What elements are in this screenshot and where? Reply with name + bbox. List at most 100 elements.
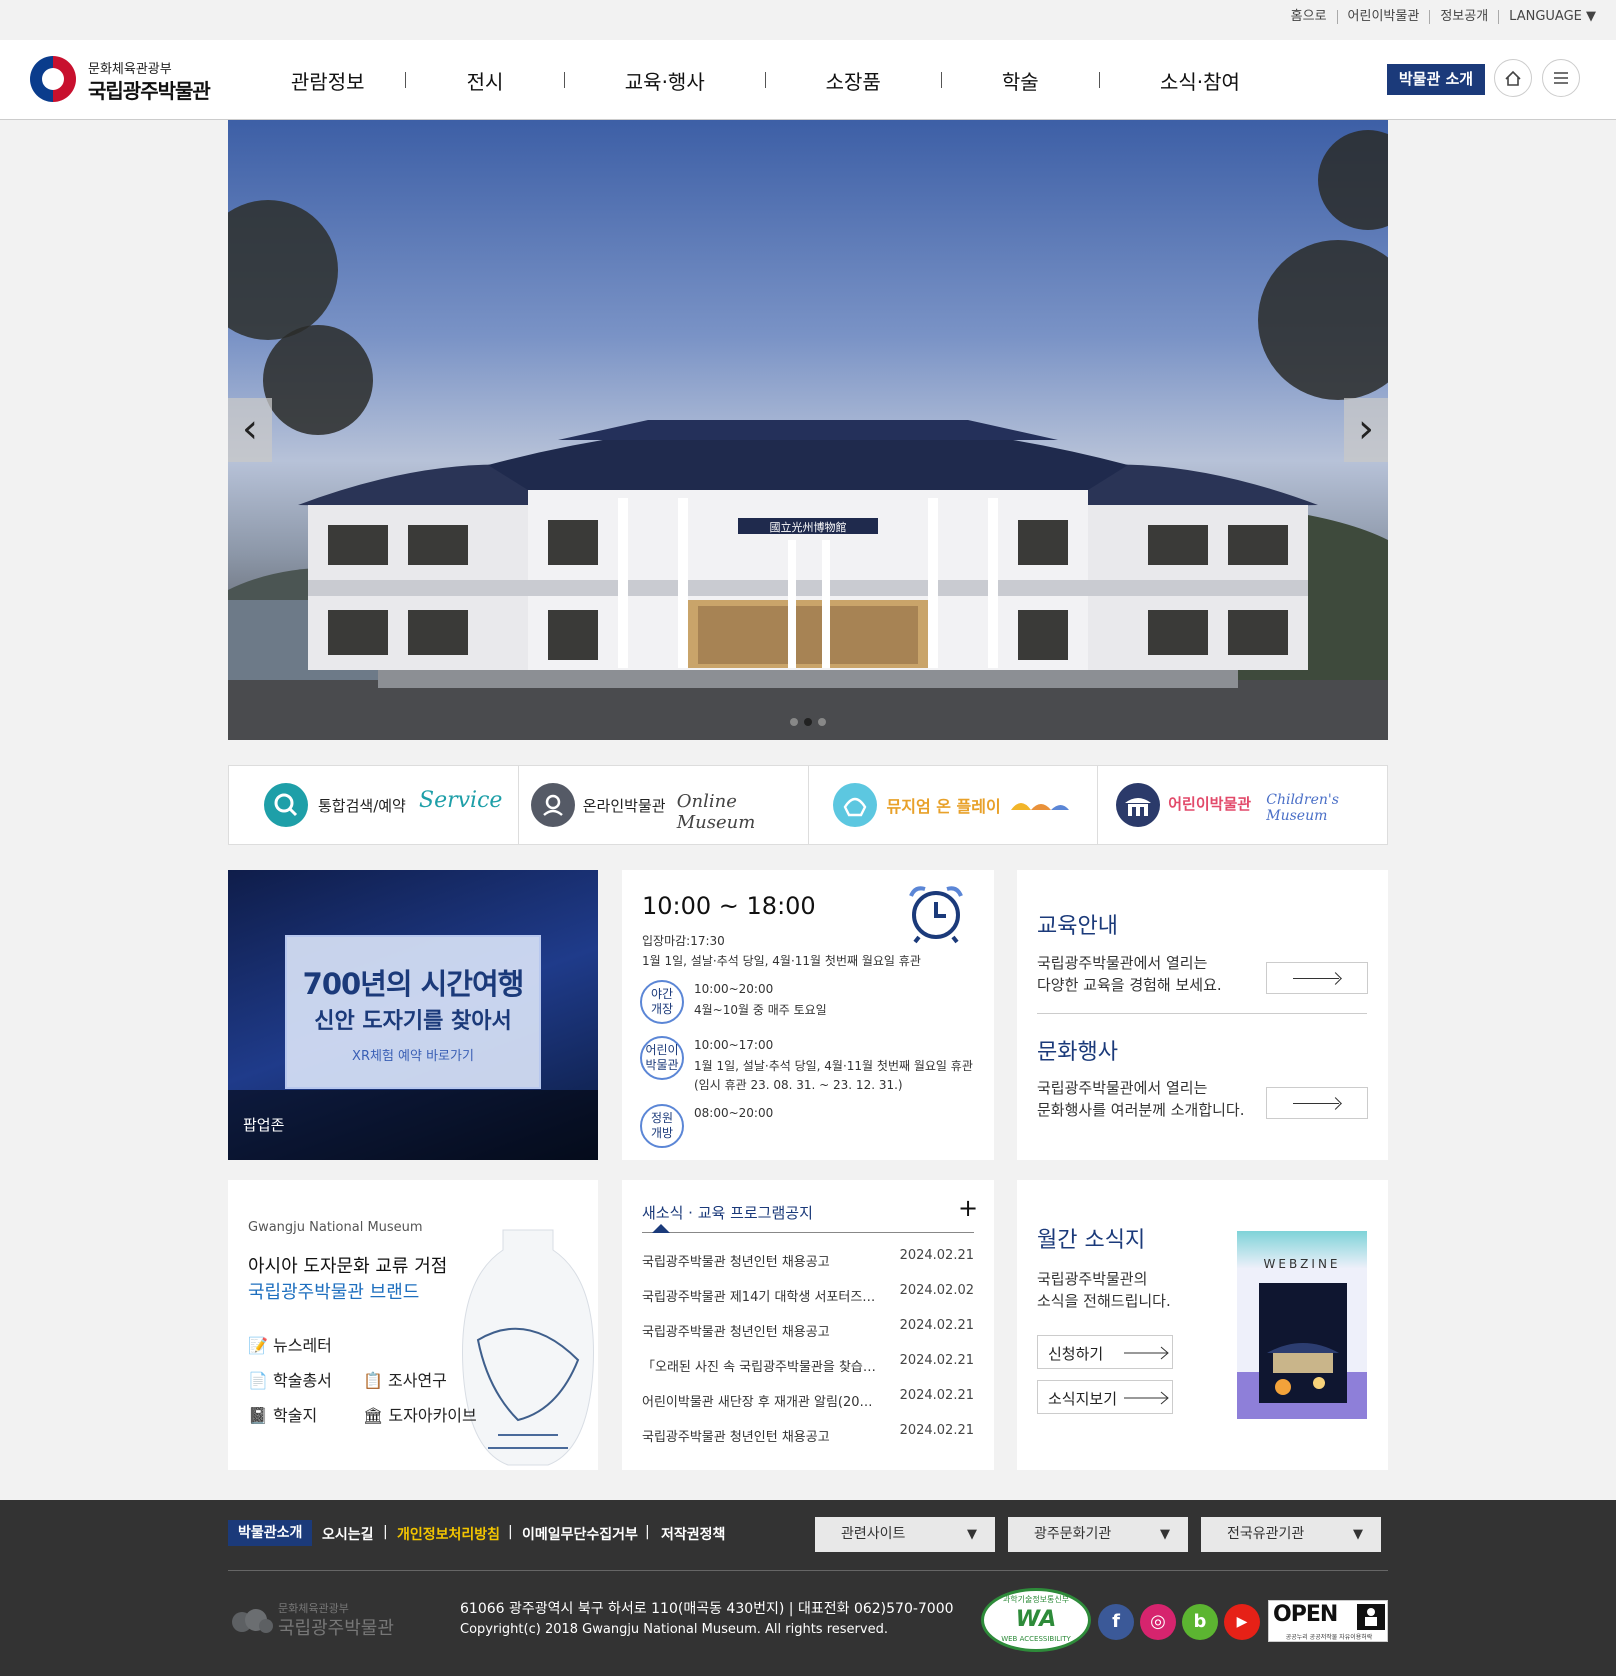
white-porcelain-jar-image xyxy=(462,1229,594,1466)
nav-exhibition[interactable]: 전시 xyxy=(406,66,563,95)
wa-mark-text: WA xyxy=(1015,1607,1057,1632)
facebook-icon[interactable]: f xyxy=(1098,1604,1134,1640)
opening-hours-card: 10:00 ~ 18:00 입장마감:17:30 1월 1일, 설날·추석 당일… xyxy=(622,870,994,1160)
related-sites-select[interactable]: 관련사이트 ▼ xyxy=(815,1517,995,1552)
museum-building-icon xyxy=(1116,783,1161,827)
news-item[interactable]: 「오래된 사진 속 국립광주박물관을 찾습… 2024.02.21 xyxy=(642,1353,974,1388)
news-item[interactable]: 국립광주박물관 제14기 대학생 서포터즈… 2024.02.02 xyxy=(642,1283,974,1318)
quick-link-search-reservation[interactable]: 통합검색/예약 Service xyxy=(229,766,519,844)
footer-emblem-icon xyxy=(232,1609,273,1633)
blog-icon[interactable]: b xyxy=(1182,1604,1218,1640)
gwangju-culture-select[interactable]: 광주문화기관 ▼ xyxy=(1008,1517,1188,1552)
footer-link-copyright-policy[interactable]: 저작권정책 xyxy=(661,1524,725,1544)
popup-banner[interactable]: 700년의 시간여행 신안 도자기를 찾아서 XR체험 예약 바로가기 xyxy=(285,935,541,1089)
popup-title: 700년의 시간여행 xyxy=(302,967,525,1001)
education-title[interactable]: 교육안내 xyxy=(1037,908,1118,940)
slider-dot-active[interactable] xyxy=(804,718,812,726)
footer-link-directions[interactable]: 오시는길 xyxy=(322,1524,374,1544)
childrens-museum-link[interactable]: 어린이박물관 xyxy=(1336,10,1430,24)
webzine-cover-title: WEBZINE xyxy=(1263,1257,1341,1271)
web-accessibility-mark[interactable]: 과학기술정보통신부 WA WEB ACCESSIBILITY xyxy=(981,1588,1091,1652)
instagram-icon[interactable]: ◎ xyxy=(1140,1604,1176,1640)
home-link[interactable]: 홈으로 xyxy=(1281,10,1337,24)
nav-news-participation[interactable]: 소식·참여 xyxy=(1100,66,1300,95)
quick-link-online-museum[interactable]: 온라인박물관 Online Museum xyxy=(519,766,809,844)
footer-link-privacy[interactable]: 개인정보처리방침 xyxy=(397,1524,500,1544)
newsletter-title: 월간 소식지 xyxy=(1037,1228,1146,1253)
youtube-icon[interactable]: ▶ xyxy=(1224,1604,1260,1640)
academic-series-link[interactable]: 📄 학술총서 xyxy=(248,1367,332,1391)
popup-caption-bar: 팝업존 xyxy=(228,1090,598,1160)
main-navigation: 관람정보 전시 교육·행사 소장품 학술 소식·참여 xyxy=(250,66,1300,95)
journal-link[interactable]: 📓 학술지 xyxy=(248,1402,317,1426)
slider-next-button[interactable]: › xyxy=(1344,398,1388,462)
menu-button[interactable] xyxy=(1542,59,1580,97)
footer-divider: | xyxy=(383,1524,388,1540)
garden-time: 08:00~20:00 xyxy=(694,1106,774,1120)
site-logo[interactable]: 문화체육관광부 국립광주박물관 xyxy=(30,54,220,104)
nav-visitor-info[interactable]: 관람정보 xyxy=(250,66,405,95)
popup-zone[interactable]: 700년의 시간여행 신안 도자기를 찾아서 XR체험 예약 바로가기 팝업존 xyxy=(228,870,598,1160)
night-desc: 4월~10월 중 매주 토요일 xyxy=(694,1003,827,1017)
utility-bar: 홈으로 어린이박물관 정보공개 LANGUAGE ▼ xyxy=(0,0,1616,40)
quick-link-label: 뮤지엄 온 플레이 xyxy=(886,797,1001,816)
ceramics-archive-link[interactable]: 🏛 도자아카이브 xyxy=(363,1402,477,1426)
footer-link-no-email-collection[interactable]: 이메일무단수집거부 xyxy=(522,1524,638,1544)
news-item[interactable]: 국립광주박물관 청년인턴 채용공고 2024.02.21 xyxy=(642,1248,974,1283)
arrow-right-icon xyxy=(1124,1346,1169,1360)
popup-link[interactable]: XR체험 예약 바로가기 xyxy=(287,1045,539,1064)
kogl-open-license-mark[interactable]: OPEN 공공누리 공공저작물 자유이용허락 xyxy=(1268,1600,1388,1642)
footer-logo: 문화체육관광부 국립광주박물관 xyxy=(228,1600,398,1640)
quick-link-museum-on-play[interactable]: 뮤지엄 온 플레이 xyxy=(809,766,1099,844)
news-item[interactable]: 국립광주박물관 청년인턴 채용공고 2024.02.21 xyxy=(642,1318,974,1353)
wa-mark-top-text: 과학기술정보통신부 xyxy=(1002,1595,1070,1604)
cultural-events-title[interactable]: 문화행사 xyxy=(1037,1034,1118,1066)
education-events-card: 교육안내 국립광주박물관에서 열리는 다양한 교육을 경험해 보세요. 문화행사 … xyxy=(1017,870,1388,1160)
research-link[interactable]: 📋 조사연구 xyxy=(363,1367,447,1391)
closed-days: 1월 1일, 설날·추석 당일, 4월·11월 첫번째 월요일 휴관 xyxy=(642,954,921,968)
view-newsletter-button[interactable]: 소식지보기 xyxy=(1037,1380,1173,1414)
news-tab[interactable]: 새소식 · 교육 프로그램공지 xyxy=(642,1202,813,1223)
news-list: 국립광주박물관 청년인턴 채용공고 2024.02.21 국립광주박물관 제14기… xyxy=(642,1248,974,1458)
news-item[interactable]: 국립광주박물관 청년인턴 채용공고 2024.02.21 xyxy=(642,1423,974,1458)
webzine-cover-image[interactable]: WEBZINE xyxy=(1237,1231,1367,1419)
subscribe-button[interactable]: 신청하기 xyxy=(1037,1335,1173,1369)
cultural-events-more-button[interactable] xyxy=(1266,1087,1368,1119)
quick-link-label: 통합검색/예약 xyxy=(318,797,406,815)
journal-icon: 📓 xyxy=(248,1406,268,1425)
nav-education-events[interactable]: 교육·행사 xyxy=(565,66,765,95)
national-institutions-select[interactable]: 전국유관기관 ▼ xyxy=(1201,1517,1381,1552)
footer-link-about[interactable]: 박물관소개 xyxy=(228,1520,313,1546)
hamburger-menu-icon xyxy=(1554,72,1568,84)
nav-collection[interactable]: 소장품 xyxy=(766,66,941,95)
news-card: 새소식 · 교육 프로그램공지 + 국립광주박물관 청년인턴 채용공고 2024.… xyxy=(622,1180,994,1470)
museum-building-photo: 國立光州博物館 xyxy=(228,130,1388,740)
quick-link-script: Online Museum xyxy=(676,791,756,833)
news-item[interactable]: 어린이박물관 새단장 후 재개관 알림(20… 2024.02.21 xyxy=(642,1388,974,1423)
newsletter-desc: 국립광주박물관의 소식을 전해드립니다. xyxy=(1037,1270,1171,1310)
nav-research[interactable]: 학술 xyxy=(942,66,1099,95)
home-button[interactable] xyxy=(1494,59,1532,97)
education-more-button[interactable] xyxy=(1266,962,1368,994)
person-license-icon xyxy=(1357,1604,1385,1630)
slider-prev-button[interactable]: ‹ xyxy=(228,398,272,462)
language-select[interactable]: LANGUAGE ▼ xyxy=(1498,10,1606,24)
quick-link-childrens-museum[interactable]: 어린이박물관 Children's Museum xyxy=(1098,766,1387,844)
arrow-right-icon xyxy=(1124,1391,1169,1405)
newsletter-link[interactable]: 📝 뉴스레터 xyxy=(248,1332,332,1356)
slider-dot[interactable] xyxy=(818,718,826,726)
kids-museum-badge: 어린이 박물관 xyxy=(640,1036,684,1080)
utility-links: 홈으로 어린이박물관 정보공개 LANGUAGE ▼ xyxy=(1281,10,1606,24)
museum-intro-button[interactable]: 박물관 소개 xyxy=(1387,64,1485,95)
popup-subtitle: 신안 도자기를 찾아서 xyxy=(314,1009,512,1034)
hero-slider: 國立光州博物館 ‹ › xyxy=(228,120,1388,740)
quick-link-label: 온라인박물관 xyxy=(582,797,666,815)
last-entry: 입장마감:17:30 xyxy=(642,934,725,948)
slider-dot[interactable] xyxy=(790,718,798,726)
main-hours: 10:00 ~ 18:00 xyxy=(642,892,816,920)
news-more-button[interactable]: + xyxy=(958,1194,978,1222)
quick-links: 통합검색/예약 Service 온라인박물관 Online Museum 뮤지엄… xyxy=(228,765,1388,845)
footer-logo-name: 국립광주박물관 xyxy=(278,1618,394,1639)
info-disclosure-link[interactable]: 정보공개 xyxy=(1429,10,1498,24)
museum-brand-card: Gwangju National Museum 아시아 도자문화 교류 거점 국… xyxy=(228,1180,598,1470)
